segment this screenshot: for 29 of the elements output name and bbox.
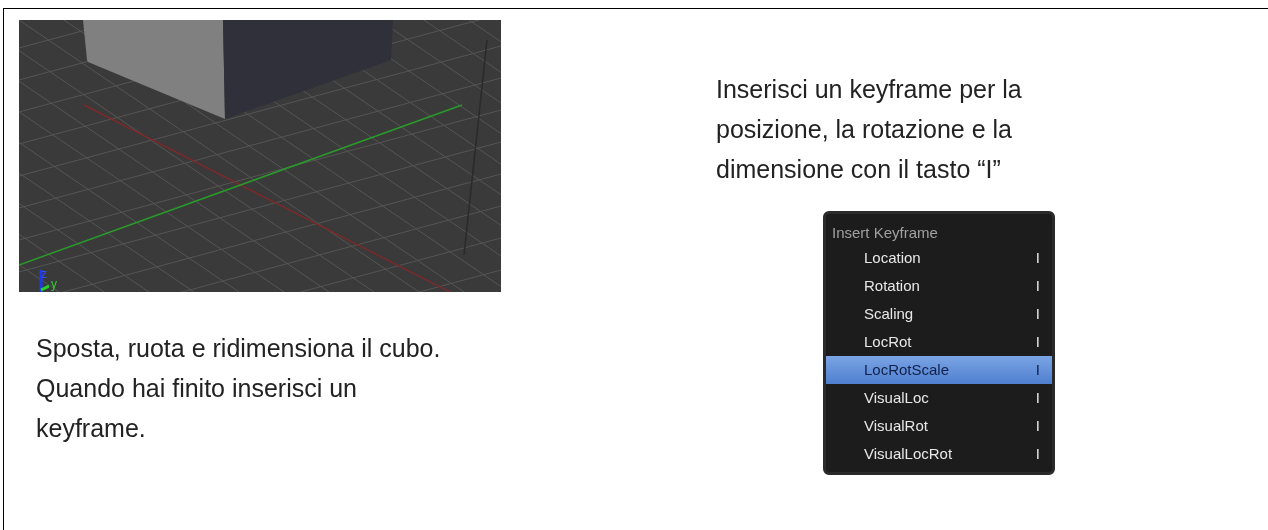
menu-item[interactable]: LocRotScale I: [826, 356, 1052, 384]
axis-label: y: [51, 278, 57, 290]
menu-item[interactable]: LocRot I: [826, 328, 1052, 356]
menu-item[interactable]: Rotation I: [826, 272, 1052, 300]
menu-item-label: Location: [864, 247, 921, 268]
instruction-text: Quando hai finito inserisci un keyframe.: [36, 373, 359, 444]
shortcut-key: I: [1035, 358, 1040, 382]
menu-item-label: Scaling: [864, 303, 914, 324]
menu-item[interactable]: VisualLoc I: [826, 384, 1052, 412]
menu-item-label: VisualLocRot: [864, 443, 953, 464]
menu-item[interactable]: Location I: [826, 244, 1052, 272]
shortcut-key: I: [1035, 442, 1040, 466]
instruction-text: Sposta, ruota e ridimensiona il cubo.: [36, 333, 442, 364]
shortcut-key: I: [1035, 246, 1040, 270]
menu-item-label: VisualRot: [864, 415, 928, 436]
shortcut-key: I: [1035, 414, 1040, 438]
menu-item[interactable]: Scaling I: [826, 300, 1052, 328]
shortcut-key: I: [1035, 330, 1040, 354]
menu-item[interactable]: VisualLocRot I: [826, 440, 1052, 468]
menu-item-label: LocRotScale: [864, 359, 950, 380]
menu-item[interactable]: VisualRot I: [826, 412, 1052, 440]
shortcut-key: I: [1035, 302, 1040, 326]
menu-item-label: LocRot: [864, 331, 912, 352]
instruction-text: Inserisci un keyframe per la posizione, la rotazione e la dimensione con il tasto “I”: [716, 74, 1023, 185]
shortcut-key: I: [1035, 274, 1040, 298]
menu-item-label: Rotation: [864, 275, 920, 296]
menu-title: Insert Keyframe: [831, 223, 939, 243]
menu-item-label: VisualLoc: [864, 387, 929, 408]
shortcut-key: I: [1035, 386, 1040, 410]
